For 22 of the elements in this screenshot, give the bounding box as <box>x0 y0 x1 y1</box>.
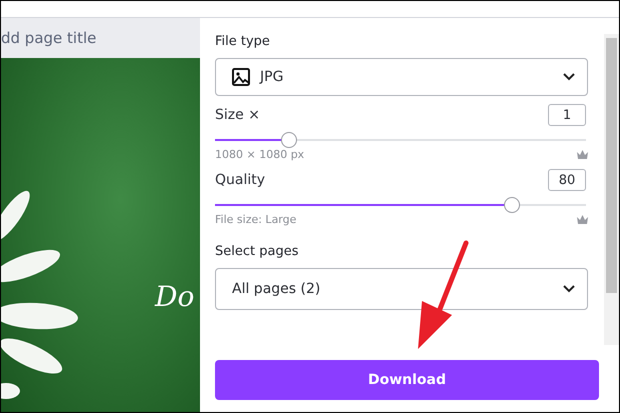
quality-input[interactable]: 80 <box>548 169 586 191</box>
page-title-placeholder[interactable]: dd page title <box>1 29 96 47</box>
size-input[interactable]: 1 <box>548 104 586 126</box>
file-type-label: File type <box>215 34 271 49</box>
scrollbar-thumb[interactable] <box>606 38 617 293</box>
dimensions-caption: 1080 × 1080 px <box>215 148 304 161</box>
slider-thumb[interactable] <box>281 132 298 148</box>
quality-label: Quality <box>215 172 266 188</box>
slider-thumb[interactable] <box>504 197 520 213</box>
chevron-down-icon <box>563 285 575 293</box>
file-type-dropdown[interactable]: JPG <box>215 58 588 96</box>
file-size-caption: File size: Large <box>215 213 296 226</box>
download-button[interactable]: Download <box>215 360 599 400</box>
pages-dropdown[interactable]: All pages (2) <box>215 268 588 310</box>
canvas-text: Do <box>155 280 194 313</box>
select-pages-label: Select pages <box>215 244 298 259</box>
chevron-down-icon <box>563 73 575 81</box>
image-icon <box>232 68 250 86</box>
scrollbar[interactable] <box>604 34 619 345</box>
size-label: Size × <box>215 107 260 123</box>
crown-icon <box>577 150 588 159</box>
crown-icon <box>577 215 588 224</box>
